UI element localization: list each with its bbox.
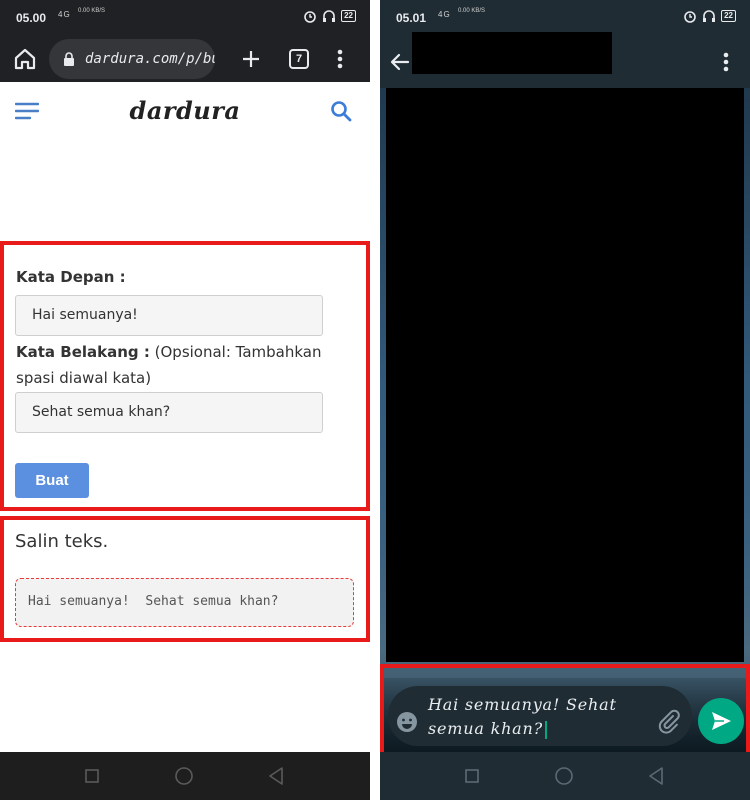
status-icons: 22: [683, 9, 736, 23]
nav-square-icon[interactable]: [460, 764, 484, 788]
nav-square-icon[interactable]: [80, 764, 104, 788]
site-header: dardura: [0, 82, 370, 142]
copy-text-heading: Salin teks.: [15, 531, 109, 552]
text-cursor: [545, 720, 548, 739]
home-icon[interactable]: [12, 46, 38, 72]
alarm-icon: [304, 11, 316, 23]
whatsapp-screen: 05.01 4G 0.00 KB/S 22 Hai semuanya! Seha…: [380, 0, 750, 800]
send-icon: [712, 712, 731, 730]
network-indicator: 4G: [438, 10, 451, 19]
back-arrow-icon[interactable]: [388, 50, 412, 74]
screen-divider: [370, 0, 380, 800]
status-icons: 22: [303, 9, 356, 23]
generate-button[interactable]: Buat: [15, 463, 89, 498]
redacted-chat: [386, 88, 744, 662]
lock-icon: [64, 52, 74, 66]
headphones-icon: [703, 10, 716, 22]
tabs-icon[interactable]: 7: [289, 49, 309, 69]
nav-triangle-icon[interactable]: [644, 764, 668, 788]
browser-toolbar: dardura.com/p/bu 7: [0, 36, 370, 82]
chat-area: [380, 88, 750, 752]
status-bar: 05.01 4G 0.00 KB/S 22: [380, 0, 750, 36]
status-time: 05.01: [396, 11, 427, 25]
plus-icon[interactable]: [238, 46, 264, 72]
emoji-icon[interactable]: [395, 710, 419, 734]
address-bar[interactable]: dardura.com/p/bu: [49, 39, 215, 79]
android-nav-bar: [380, 752, 750, 800]
alarm-icon: [684, 11, 696, 23]
chat-header: [380, 32, 750, 88]
headphones-icon: [323, 10, 336, 22]
battery-indicator: 22: [721, 10, 736, 22]
battery-indicator: 22: [341, 10, 356, 22]
back-label: Kata Belakang : (Opsional: Tambahkan spa…: [16, 343, 322, 387]
data-rate: 0.00 KB/S: [78, 8, 106, 14]
result-output[interactable]: Hai semuanya! Sehat semua khan?: [15, 578, 354, 627]
more-icon[interactable]: [330, 46, 350, 72]
site-logo[interactable]: dardura: [0, 96, 370, 125]
front-text-input[interactable]: Hai semuanya!: [15, 295, 323, 336]
attach-icon[interactable]: [656, 708, 684, 736]
android-nav-bar: [0, 752, 370, 800]
url-text: dardura.com/p/bu: [85, 51, 215, 67]
status-bar: 05.00 4G 0.00 KB/S 22: [0, 0, 370, 36]
network-indicator: 4G: [58, 10, 71, 19]
status-time: 05.00: [16, 11, 47, 25]
search-icon[interactable]: [329, 99, 353, 123]
redacted-contact: [412, 32, 612, 74]
data-rate: 0.00 KB/S: [458, 8, 486, 14]
browser-screen: 05.00 4G 0.00 KB/S 22 dardura.com/p/bu 7…: [0, 0, 370, 800]
front-label: Kata Depan :: [16, 268, 126, 286]
nav-circle-icon[interactable]: [552, 764, 576, 788]
nav-triangle-icon[interactable]: [264, 764, 288, 788]
nav-circle-icon[interactable]: [172, 764, 196, 788]
send-button[interactable]: [698, 698, 744, 744]
more-icon[interactable]: [716, 48, 736, 76]
message-text[interactable]: Hai semuanya! Sehat semua khan?: [428, 693, 658, 741]
back-text-input[interactable]: Sehat semua khan?: [15, 392, 323, 433]
